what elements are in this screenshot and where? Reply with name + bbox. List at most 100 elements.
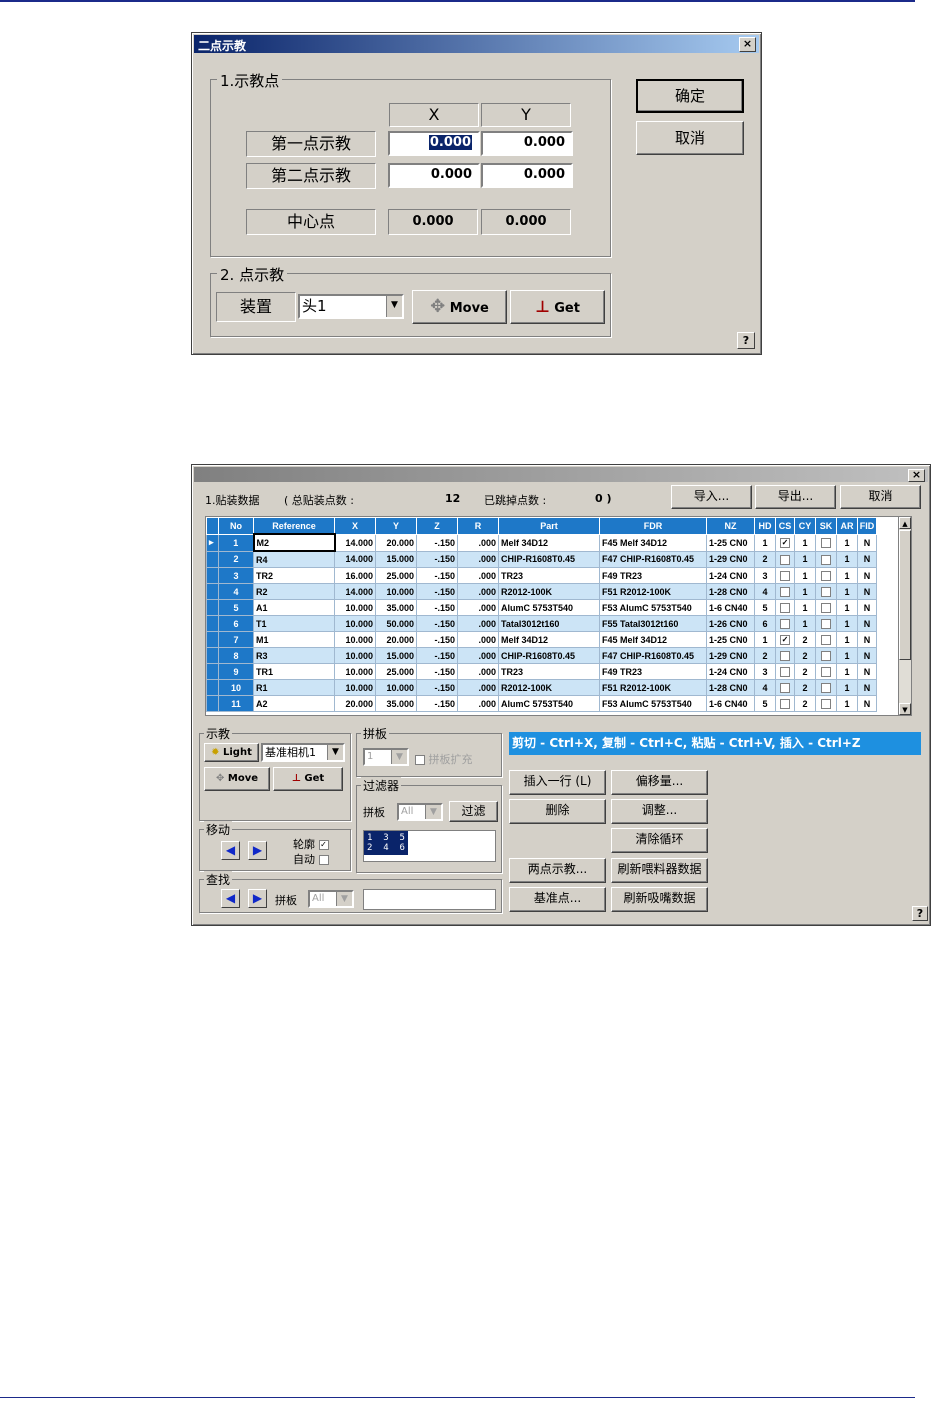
arrow-left-icon[interactable]: ◀: [221, 889, 240, 908]
cell-hd[interactable]: 3: [754, 567, 776, 584]
cell-no[interactable]: 3: [218, 567, 254, 584]
second-point-x-input[interactable]: 0.000: [388, 163, 480, 188]
refresh-nozzle-button[interactable]: 刷新吸嘴数据: [611, 887, 708, 912]
light-button[interactable]: ✹ Light: [204, 743, 259, 762]
cell-fid[interactable]: N: [857, 631, 877, 648]
table-row[interactable]: 11 A2 20.000 35.000 -.150.000 AlumC 5753T540 F…: [206, 695, 877, 712]
sk-checkbox[interactable]: [821, 602, 831, 613]
import-button[interactable]: 导入...: [671, 485, 752, 509]
sk-checkbox-cell[interactable]: [815, 695, 837, 712]
cs-checkbox-cell[interactable]: [775, 679, 795, 696]
cell-y[interactable]: 50.000: [375, 615, 417, 632]
cell-r[interactable]: .000: [457, 615, 499, 632]
sk-checkbox[interactable]: [821, 586, 831, 597]
cell-y[interactable]: 20.000: [375, 631, 417, 648]
cell-r[interactable]: .000: [457, 631, 499, 648]
sk-checkbox-cell[interactable]: [815, 615, 837, 632]
scroll-thumb[interactable]: [899, 530, 911, 660]
cell-part[interactable]: Tatal3012t160: [498, 615, 600, 632]
table-row[interactable]: 5 A1 10.000 35.000 -.150.000 AlumC 5753T540 F5…: [206, 599, 877, 616]
cell-hd[interactable]: 2: [754, 550, 776, 568]
cell-nz[interactable]: 1-25 CN0: [706, 631, 755, 648]
find-panel-select[interactable]: All ▼: [308, 890, 354, 908]
cs-checkbox-cell[interactable]: [775, 615, 795, 632]
cs-checkbox[interactable]: ✓: [780, 537, 790, 548]
cell-no[interactable]: 8: [218, 647, 254, 664]
cell-hd[interactable]: 4: [754, 679, 776, 696]
cell-z[interactable]: -.150: [416, 663, 458, 680]
cell-y[interactable]: 15.000: [375, 647, 417, 664]
cs-checkbox-cell[interactable]: [775, 663, 795, 680]
cell-x[interactable]: 14.000: [334, 583, 376, 600]
cell-r[interactable]: .000: [457, 663, 499, 680]
auto-checkbox[interactable]: [318, 855, 329, 865]
cell-y[interactable]: 35.000: [375, 599, 417, 616]
cell-fdr[interactable]: F55 Tatal3012t160: [599, 615, 707, 632]
vertical-scrollbar[interactable]: ▲ ▼: [898, 517, 911, 715]
panel-expand-option[interactable]: 拼板扩充: [415, 751, 473, 767]
sk-checkbox-cell[interactable]: [815, 599, 837, 616]
cell-fid[interactable]: N: [857, 567, 877, 584]
column-header[interactable]: Part: [498, 517, 600, 535]
help-icon[interactable]: ?: [737, 332, 755, 349]
cell-ref[interactable]: R4: [253, 550, 335, 568]
arrow-left-icon[interactable]: ◀: [221, 841, 240, 860]
device-select[interactable]: 头1 ▼: [298, 294, 404, 319]
table-row[interactable]: 9 TR1 10.000 25.000 -.150.000 TR23 F49 TR23 1-2…: [206, 663, 877, 680]
column-header[interactable]: SK: [815, 517, 837, 535]
move-button[interactable]: ✥ Move: [204, 767, 270, 791]
cell-no[interactable]: 5: [218, 599, 254, 616]
auto-option[interactable]: 自动: [293, 851, 329, 867]
cell-x[interactable]: 10.000: [334, 615, 376, 632]
cell-part[interactable]: R2012-100K: [498, 679, 600, 696]
cell-ar[interactable]: 1: [836, 647, 858, 664]
sk-checkbox-cell[interactable]: [815, 583, 837, 600]
two-point-teach-button[interactable]: 两点示教...: [509, 858, 606, 883]
sk-checkbox-cell[interactable]: [815, 550, 837, 568]
cs-checkbox[interactable]: [780, 650, 790, 661]
cell-z[interactable]: -.150: [416, 583, 458, 600]
sk-checkbox[interactable]: [821, 698, 831, 709]
cell-ref[interactable]: M1: [253, 631, 335, 648]
column-header[interactable]: AR: [836, 517, 858, 535]
cell-x[interactable]: 10.000: [334, 631, 376, 648]
cell-ar[interactable]: 1: [836, 679, 858, 696]
cell-cy[interactable]: 2: [794, 631, 816, 648]
get-button[interactable]: ⊥ Get: [273, 767, 343, 791]
column-header[interactable]: X: [334, 517, 376, 535]
column-header[interactable]: Z: [416, 517, 458, 535]
cell-ref[interactable]: R1: [253, 679, 335, 696]
cell-x[interactable]: 10.000: [334, 647, 376, 664]
table-row[interactable]: 3 TR2 16.000 25.000 -.150.000 TR23 F49 TR23 1-2…: [206, 567, 877, 584]
cell-x[interactable]: 16.000: [334, 567, 376, 584]
column-header[interactable]: FID: [857, 517, 877, 535]
column-header[interactable]: FDR: [599, 517, 707, 535]
insert-row-button[interactable]: 插入一行 (L): [509, 770, 606, 795]
cell-y[interactable]: 15.000: [375, 550, 417, 568]
cell-nz[interactable]: 1-29 CN0: [706, 550, 755, 568]
panel-select[interactable]: 1 ▼: [363, 748, 409, 766]
clear-loop-button[interactable]: 清除循环: [611, 828, 708, 853]
cell-z[interactable]: -.150: [416, 631, 458, 648]
cell-nz[interactable]: 1-29 CN0: [706, 647, 755, 664]
cell-no[interactable]: 10: [218, 679, 254, 696]
cs-checkbox[interactable]: [780, 586, 790, 597]
cell-fdr[interactable]: F45 Melf 34D12: [599, 631, 707, 648]
cs-checkbox-cell[interactable]: [775, 695, 795, 712]
cell-fdr[interactable]: F53 AlumC 5753T540: [599, 599, 707, 616]
cell-no[interactable]: 9: [218, 663, 254, 680]
sk-checkbox[interactable]: [821, 537, 831, 548]
sk-checkbox-cell[interactable]: [815, 679, 837, 696]
cell-r[interactable]: .000: [457, 599, 499, 616]
cs-checkbox-cell[interactable]: [775, 567, 795, 584]
cell-part[interactable]: Melf 34D12: [498, 631, 600, 648]
cell-hd[interactable]: 1: [754, 533, 776, 552]
cell-cy[interactable]: 1: [794, 550, 816, 568]
cell-fdr[interactable]: F45 Melf 34D12: [599, 533, 707, 552]
cs-checkbox[interactable]: ✓: [780, 634, 790, 645]
cell-x[interactable]: 20.000: [334, 695, 376, 712]
cell-y[interactable]: 35.000: [375, 695, 417, 712]
cell-r[interactable]: .000: [457, 679, 499, 696]
column-header[interactable]: R: [457, 517, 499, 535]
cell-ref[interactable]: A2: [253, 695, 335, 712]
